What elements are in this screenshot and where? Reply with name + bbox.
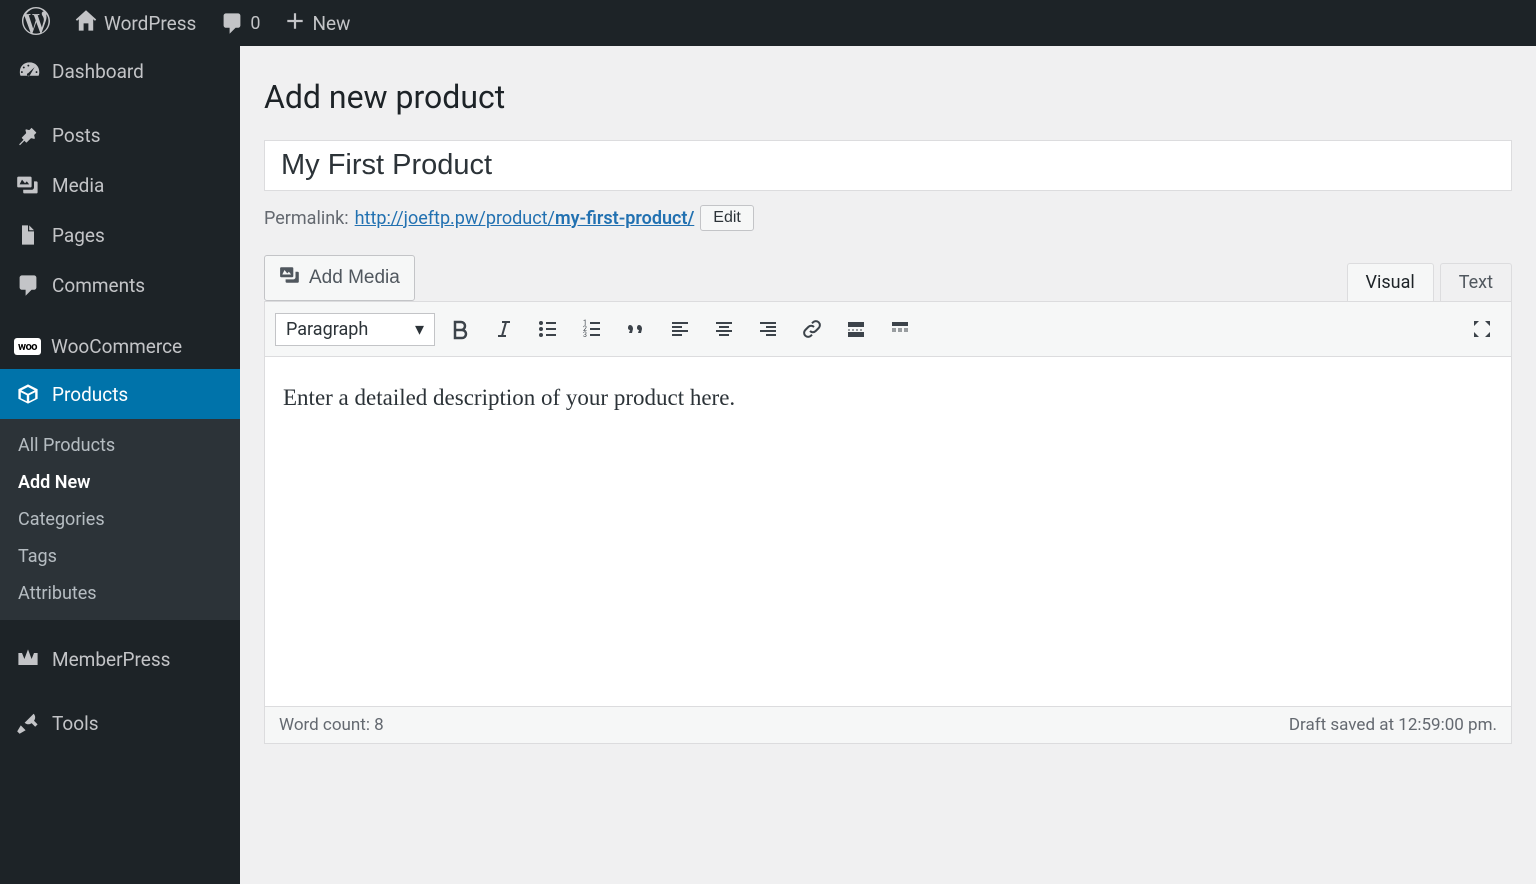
add-media-button[interactable]: Add Media: [264, 255, 415, 301]
svg-text:3: 3: [583, 331, 587, 339]
add-media-label: Add Media: [309, 267, 400, 289]
home-icon: [74, 9, 98, 38]
plus-icon: [284, 10, 306, 37]
word-count: Word count: 8: [279, 715, 384, 735]
menu-label: Products: [52, 383, 128, 406]
edit-permalink-button[interactable]: Edit: [700, 205, 754, 231]
bold-button[interactable]: [441, 310, 479, 348]
permalink-link[interactable]: http://joeftp.pw/product/my-first-produc…: [355, 208, 695, 229]
menu-comments[interactable]: Comments: [0, 260, 240, 310]
site-home-link[interactable]: WordPress: [62, 0, 208, 46]
align-center-button[interactable]: [705, 310, 743, 348]
draft-saved-status: Draft saved at 12:59:00 pm.: [1289, 715, 1497, 735]
toolbar-toggle-button[interactable]: [881, 310, 919, 348]
submenu-attributes[interactable]: Attributes: [0, 575, 240, 612]
editor-content[interactable]: Enter a detailed description of your pro…: [264, 357, 1512, 707]
dashboard-icon: [14, 57, 42, 85]
pages-icon: [14, 221, 42, 249]
menu-dashboard[interactable]: Dashboard: [0, 46, 240, 96]
new-label: New: [312, 12, 350, 35]
menu-separator: [0, 96, 240, 110]
comment-count-value: 0: [250, 13, 260, 34]
main-content: Add new product Permalink: http://joeftp…: [240, 46, 1536, 884]
editor-top-row: Add Media Visual Text: [264, 255, 1512, 301]
wp-logo-menu[interactable]: [10, 0, 62, 46]
menu-posts[interactable]: Posts: [0, 110, 240, 160]
read-more-button[interactable]: [837, 310, 875, 348]
blockquote-button[interactable]: [617, 310, 655, 348]
menu-separator: [0, 684, 240, 698]
format-dropdown[interactable]: Paragraph ▾: [275, 313, 435, 346]
submenu-tags[interactable]: Tags: [0, 538, 240, 575]
menu-label: Tools: [52, 712, 99, 735]
align-left-button[interactable]: [661, 310, 699, 348]
new-content-link[interactable]: New: [272, 0, 362, 46]
link-button[interactable]: [793, 310, 831, 348]
menu-label: Posts: [52, 124, 101, 147]
format-label: Paragraph: [286, 319, 368, 340]
products-submenu: All Products Add New Categories Tags Att…: [0, 419, 240, 620]
editor-toolbar: Paragraph ▾ 123: [264, 301, 1512, 357]
italic-button[interactable]: [485, 310, 523, 348]
memberpress-icon: [14, 645, 42, 673]
media-icon: [14, 171, 42, 199]
menu-media[interactable]: Media: [0, 160, 240, 210]
permalink-row: Permalink: http://joeftp.pw/product/my-f…: [264, 205, 1512, 231]
menu-separator: [0, 620, 240, 634]
comments-link[interactable]: 0: [208, 0, 272, 46]
menu-label: Media: [52, 174, 104, 197]
submenu-all-products[interactable]: All Products: [0, 427, 240, 464]
admin-toolbar: WordPress 0 New: [0, 0, 1536, 46]
product-title-input[interactable]: [264, 140, 1512, 191]
bullet-list-button[interactable]: [529, 310, 567, 348]
page-title: Add new product: [264, 78, 1512, 116]
menu-woocommerce[interactable]: woo WooCommerce: [0, 324, 240, 369]
menu-tools[interactable]: Tools: [0, 698, 240, 748]
wordpress-logo-icon: [22, 7, 50, 40]
woocommerce-icon: woo: [14, 338, 41, 355]
tab-visual[interactable]: Visual: [1347, 263, 1434, 301]
permalink-label: Permalink:: [264, 208, 349, 229]
editor-statusbar: Word count: 8 Draft saved at 12:59:00 pm…: [264, 706, 1512, 744]
menu-products[interactable]: Products: [0, 369, 240, 419]
tab-text[interactable]: Text: [1440, 263, 1512, 301]
media-icon: [279, 264, 301, 292]
product-box-icon: [14, 380, 42, 408]
editor-tabs: Visual Text: [1347, 263, 1512, 301]
menu-label: Pages: [52, 224, 105, 247]
menu-pages[interactable]: Pages: [0, 210, 240, 260]
comment-bubble-icon: [220, 11, 244, 35]
menu-label: Comments: [52, 274, 145, 297]
menu-separator: [0, 310, 240, 324]
tools-icon: [14, 709, 42, 737]
submenu-categories[interactable]: Categories: [0, 501, 240, 538]
submenu-add-new[interactable]: Add New: [0, 464, 240, 501]
site-name-label: WordPress: [104, 12, 196, 35]
menu-memberpress[interactable]: MemberPress: [0, 634, 240, 684]
admin-layout: Dashboard Posts Media Pages Comments woo…: [0, 46, 1536, 884]
fullscreen-button[interactable]: [1463, 310, 1501, 348]
comment-icon: [14, 271, 42, 299]
chevron-down-icon: ▾: [415, 319, 424, 340]
menu-label: WooCommerce: [51, 335, 182, 358]
numbered-list-button[interactable]: 123: [573, 310, 611, 348]
pin-icon: [14, 121, 42, 149]
align-right-button[interactable]: [749, 310, 787, 348]
admin-sidebar: Dashboard Posts Media Pages Comments woo…: [0, 46, 240, 884]
menu-label: MemberPress: [52, 648, 170, 671]
menu-label: Dashboard: [52, 60, 144, 83]
